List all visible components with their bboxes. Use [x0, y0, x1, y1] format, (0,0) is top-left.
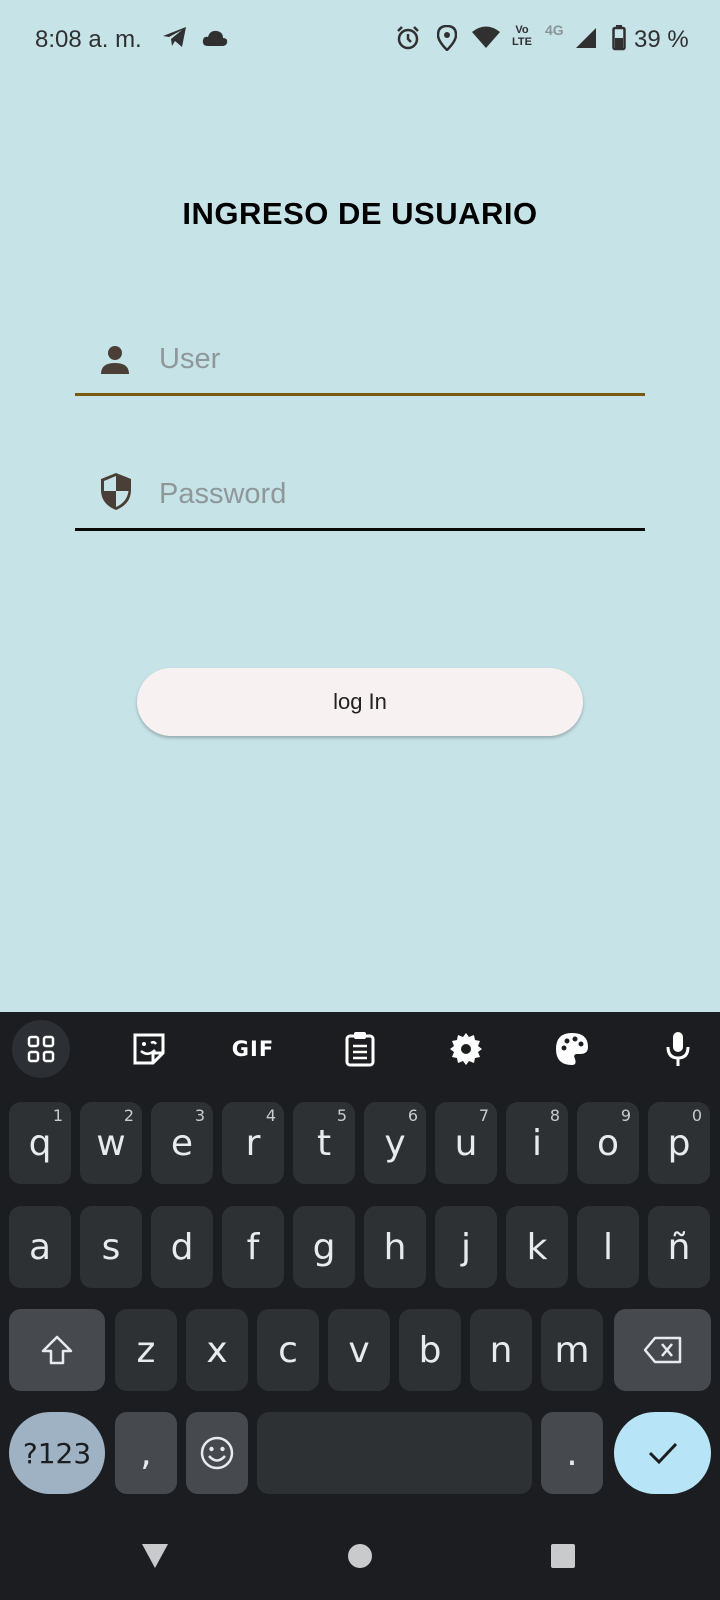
backspace-icon [643, 1336, 681, 1364]
comma-key[interactable]: , [115, 1412, 177, 1494]
key-label: w [96, 1122, 126, 1164]
key-hint: 3 [194, 1106, 205, 1125]
page-title: INGRESO DE USUARIO [182, 196, 538, 231]
gif-label: GIF [231, 1037, 275, 1061]
key-label: o [596, 1122, 620, 1164]
enter-key[interactable] [614, 1412, 711, 1494]
key-hint: 8 [549, 1106, 560, 1125]
key-k[interactable]: k [506, 1206, 568, 1288]
key-hint: 2 [123, 1106, 134, 1125]
login-button[interactable]: log In [137, 668, 583, 736]
key-j[interactable]: j [435, 1206, 497, 1288]
battery-percent: 39 % [634, 26, 689, 53]
status-time: 8:08 a. m. [35, 26, 142, 53]
key-label: p [667, 1122, 691, 1164]
shift-key[interactable] [9, 1309, 105, 1391]
key-label: t [316, 1122, 332, 1164]
checkmark-icon [648, 1442, 677, 1465]
battery-icon [612, 25, 626, 56]
volte-icon: Vo LTE [512, 24, 532, 48]
key-d[interactable]: d [151, 1206, 213, 1288]
alarm-icon [395, 25, 421, 56]
key-n-tilde[interactable]: ñ [648, 1206, 710, 1288]
microphone-icon[interactable] [649, 1020, 707, 1078]
key-hint: 7 [478, 1106, 489, 1125]
key-f[interactable]: f [222, 1206, 284, 1288]
person-icon [99, 344, 131, 381]
apps-grid-icon[interactable] [12, 1020, 70, 1078]
palette-icon[interactable] [543, 1020, 601, 1078]
key-g[interactable]: g [293, 1206, 355, 1288]
key-label: u [454, 1122, 478, 1164]
key-label: y [384, 1122, 406, 1164]
key-o[interactable]: o9 [577, 1102, 639, 1184]
space-key[interactable] [257, 1412, 532, 1494]
key-r[interactable]: r4 [222, 1102, 284, 1184]
key-hint: 0 [691, 1106, 702, 1125]
key-hint: 6 [407, 1106, 418, 1125]
key-e[interactable]: e3 [151, 1102, 213, 1184]
key-hint: 9 [620, 1106, 631, 1125]
key-t[interactable]: t5 [293, 1102, 355, 1184]
clipboard-icon[interactable] [331, 1020, 389, 1078]
key-hint: 5 [336, 1106, 347, 1125]
key-b[interactable]: b [399, 1309, 461, 1391]
key-p[interactable]: p0 [648, 1102, 710, 1184]
wifi-icon [471, 25, 501, 54]
key-q[interactable]: q1 [9, 1102, 71, 1184]
back-icon[interactable] [115, 1512, 195, 1600]
status-bar: 8:08 a. m. Vo LTE 4G 39 % [0, 0, 720, 78]
network-type-label: 4G [545, 22, 564, 38]
password-field[interactable] [75, 461, 645, 531]
key-u[interactable]: u7 [435, 1102, 497, 1184]
sticker-icon[interactable] [120, 1020, 178, 1078]
key-w[interactable]: w2 [80, 1102, 142, 1184]
key-hint: 1 [52, 1106, 63, 1125]
emoji-key[interactable] [186, 1412, 248, 1494]
recents-icon[interactable] [523, 1512, 603, 1600]
keyboard-toolbar: GIF [0, 1012, 720, 1088]
password-underline [75, 528, 645, 531]
settings-icon[interactable] [437, 1020, 495, 1078]
navigation-bar [0, 1512, 720, 1600]
key-hint: 4 [265, 1106, 276, 1125]
shift-icon [41, 1335, 73, 1365]
user-field[interactable] [75, 326, 645, 396]
period-key[interactable]: . [541, 1412, 603, 1494]
user-underline [75, 393, 645, 396]
key-label: e [170, 1122, 194, 1164]
password-input[interactable] [159, 469, 629, 519]
key-y[interactable]: y6 [364, 1102, 426, 1184]
location-icon [436, 24, 458, 56]
key-x[interactable]: x [186, 1309, 248, 1391]
emoji-icon [200, 1436, 234, 1470]
key-label: i [531, 1122, 542, 1164]
symbols-key[interactable]: ?123 [9, 1412, 105, 1494]
gif-button[interactable]: GIF [224, 1020, 282, 1078]
key-label: q [28, 1122, 52, 1164]
key-i[interactable]: i8 [506, 1102, 568, 1184]
key-a[interactable]: a [9, 1206, 71, 1288]
key-l[interactable]: l [577, 1206, 639, 1288]
shield-icon [99, 471, 133, 516]
telegram-icon [162, 25, 188, 54]
key-c[interactable]: c [257, 1309, 319, 1391]
user-input[interactable] [159, 334, 629, 384]
signal-icon [574, 25, 598, 54]
key-label: r [245, 1122, 261, 1164]
cloud-icon [202, 29, 228, 52]
key-n[interactable]: n [470, 1309, 532, 1391]
backspace-key[interactable] [614, 1309, 711, 1391]
key-v[interactable]: v [328, 1309, 390, 1391]
key-m[interactable]: m [541, 1309, 603, 1391]
key-s[interactable]: s [80, 1206, 142, 1288]
home-icon[interactable] [320, 1512, 400, 1600]
key-z[interactable]: z [115, 1309, 177, 1391]
key-h[interactable]: h [364, 1206, 426, 1288]
